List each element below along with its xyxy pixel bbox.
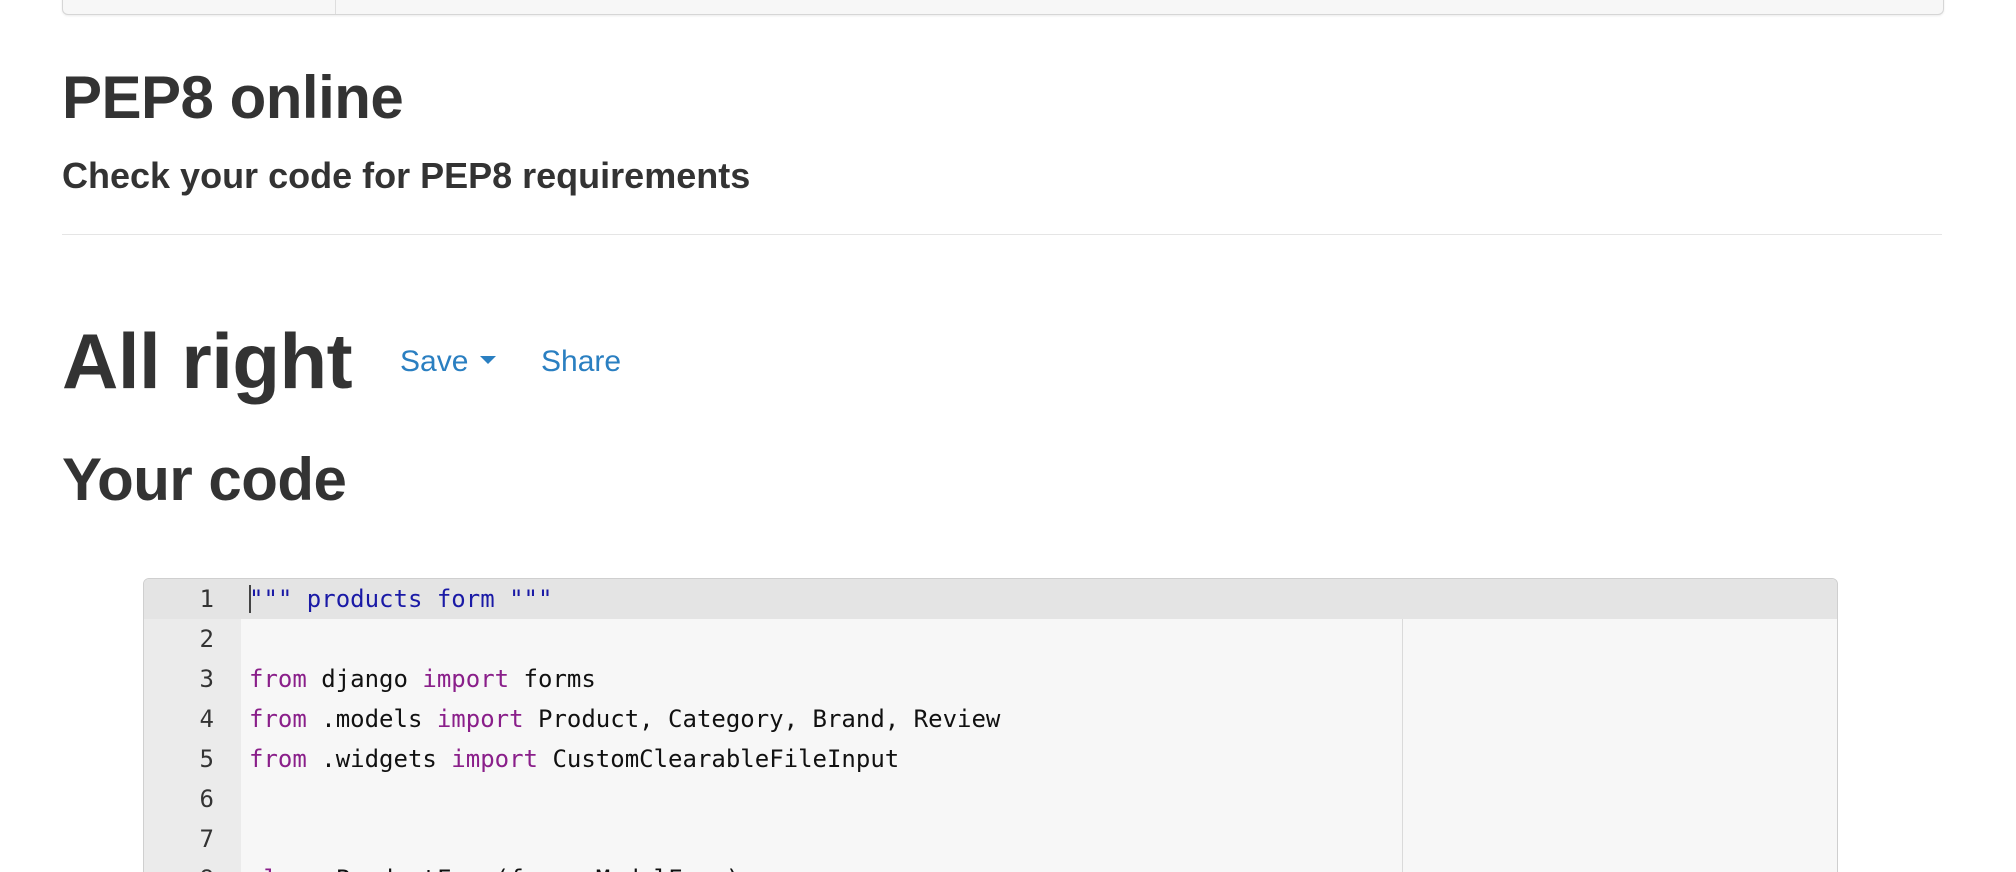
code-line[interactable]: 5 from .widgets import CustomClearableFil… bbox=[144, 739, 1837, 779]
code-token: ProductForm(forms.ModelForm): bbox=[321, 865, 755, 872]
line-number: 1 bbox=[199, 585, 214, 613]
site-title: PEP8 online bbox=[62, 64, 404, 131]
save-dropdown-button[interactable]: Save bbox=[400, 342, 497, 382]
code-line[interactable]: 3 from django import forms bbox=[144, 659, 1837, 699]
header-divider bbox=[62, 234, 1942, 235]
string-token: """ products form """ bbox=[249, 585, 553, 613]
keyword-token: import bbox=[422, 665, 510, 693]
code-token: forms bbox=[509, 665, 596, 693]
text-cursor bbox=[249, 585, 251, 613]
code-editor[interactable]: 1 """ products form """ 2 3 from django impo… bbox=[143, 578, 1838, 872]
line-number: 5 bbox=[199, 745, 214, 773]
top-nav-panel bbox=[62, 0, 1944, 15]
code-heading: Your code bbox=[62, 446, 347, 513]
code-line[interactable]: 6 bbox=[144, 779, 1837, 819]
line-number: 6 bbox=[199, 785, 214, 813]
code-token: Product, Category, Brand, Review bbox=[523, 705, 1001, 733]
share-button[interactable]: Share bbox=[541, 342, 621, 382]
caret-down-icon bbox=[480, 356, 497, 365]
code-line[interactable]: 4 from .models import Product, Category, … bbox=[144, 699, 1837, 739]
line-number: 3 bbox=[199, 665, 214, 693]
code-line[interactable]: 1 """ products form """ bbox=[144, 579, 1837, 619]
keyword-token: from bbox=[249, 705, 307, 733]
code-line[interactable]: 8 class ProductForm(forms.ModelForm): bbox=[144, 859, 1837, 872]
keyword-token: from bbox=[249, 745, 307, 773]
line-number: 4 bbox=[199, 705, 214, 733]
page: PEP8 online Check your code for PEP8 req… bbox=[0, 0, 2016, 872]
top-nav-divider bbox=[335, 0, 336, 14]
line-code: class ProductForm(forms.ModelForm): bbox=[249, 859, 755, 872]
code-token: .models bbox=[306, 705, 437, 733]
line-code: from django import forms bbox=[249, 659, 596, 699]
line-code: from .models import Product, Category, B… bbox=[249, 699, 1000, 739]
code-token: CustomClearableFileInput bbox=[538, 745, 900, 773]
line-code: """ products form """ bbox=[249, 579, 552, 619]
line-number: 2 bbox=[199, 625, 214, 653]
code-token: django bbox=[306, 665, 423, 693]
line-number: 7 bbox=[199, 825, 214, 853]
keyword-token: class bbox=[249, 865, 321, 872]
line-code: from .widgets import CustomClearableFile… bbox=[249, 739, 899, 779]
code-token: .widgets bbox=[306, 745, 452, 773]
keyword-token: import bbox=[436, 705, 524, 733]
code-line[interactable]: 2 bbox=[144, 619, 1837, 659]
keyword-token: from bbox=[249, 665, 307, 693]
code-line[interactable]: 7 bbox=[144, 819, 1837, 859]
save-label: Save bbox=[400, 345, 469, 378]
result-heading: All right bbox=[62, 317, 353, 405]
keyword-token: import bbox=[451, 745, 538, 773]
line-number: 8 bbox=[144, 859, 214, 872]
site-subtitle: Check your code for PEP8 requirements bbox=[62, 155, 751, 196]
